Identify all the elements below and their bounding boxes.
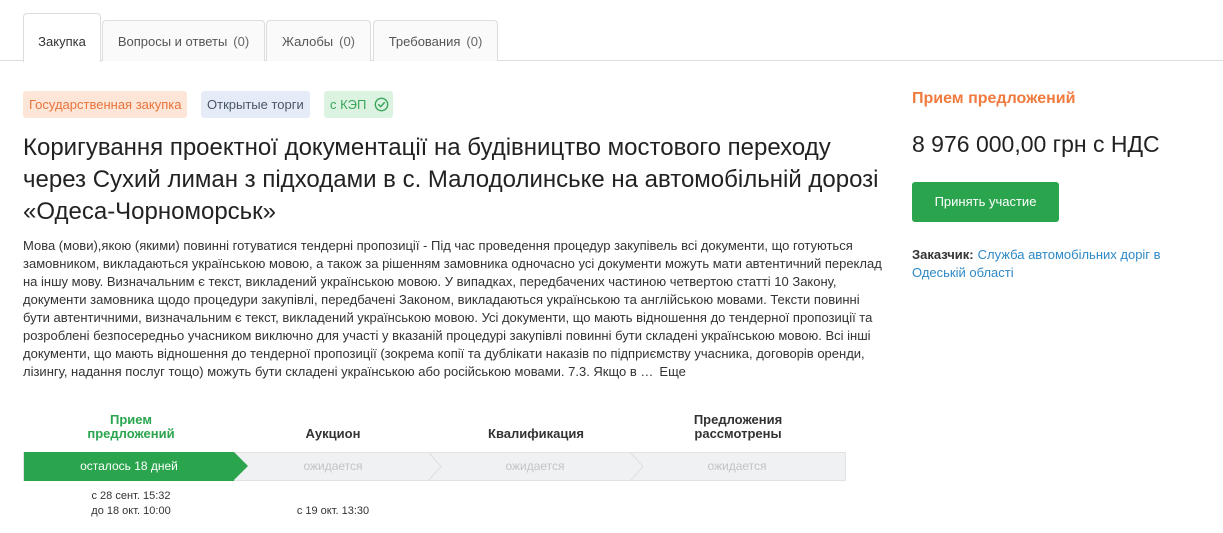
timeline-progress-bar: осталось 18 дней ожидается ожидается ожи…: [23, 452, 846, 481]
page-title: Коригування проектної документації на бу…: [23, 134, 879, 225]
badge-open-tender: Открытые торги: [201, 91, 310, 118]
stage-label-auction-text: Аукцион: [305, 426, 361, 441]
stage-label-proposals-line1: Прием: [110, 412, 152, 427]
tab-questions[interactable]: Вопросы и ответы (0): [102, 20, 265, 61]
participate-button[interactable]: Принять участие: [912, 182, 1059, 222]
auction-start-date: с 19 окт. 13:30: [296, 505, 370, 517]
stage-status-qualification: ожидается: [505, 459, 565, 473]
description-text: Мова (мови),якою (якими) повинні готуват…: [23, 238, 882, 379]
stage-label-qualification-text: Квалификация: [488, 426, 584, 441]
customer-info: Заказчик: Служба автомобільних доріг в Од…: [912, 246, 1202, 282]
tab-complaints-label: Жалобы: [281, 34, 334, 49]
stage-label-proposals: Прием предложений: [31, 413, 231, 441]
tender-price: 8 976 000,00 грн с НДС: [912, 131, 1160, 157]
stage-label-qualification: Квалификация: [436, 427, 636, 441]
tab-purchase[interactable]: Закупка: [23, 13, 101, 62]
check-circle-icon: [374, 97, 389, 112]
tab-requirements[interactable]: Требования (0): [373, 20, 498, 61]
show-more-link[interactable]: Еще: [659, 364, 685, 379]
tab-purchase-label: Закупка: [38, 34, 86, 49]
stage-status-auction: ожидается: [303, 459, 363, 473]
stage-label-reviewed-line2: рассмотрены: [694, 426, 782, 441]
stage-dates-proposals: с 28 сент. 15:32 до 18 окт. 10:00: [31, 489, 231, 519]
proposals-start-date: с 28 сент. 15:32: [91, 490, 171, 502]
stage-label-reviewed: Предложения рассмотрены: [638, 413, 838, 441]
tab-questions-label: Вопросы и ответы: [117, 34, 228, 49]
tab-complaints-count: (0): [339, 34, 356, 49]
tab-requirements-count: (0): [466, 34, 483, 49]
tab-complaints[interactable]: Жалобы (0): [266, 20, 371, 61]
tab-bar: Закупка Вопросы и ответы (0) Жалобы (0) Тр…: [0, 0, 1223, 62]
badge-government-purchase: Государственная закупка: [23, 91, 188, 118]
stage-label-proposals-line2: предложений: [87, 426, 175, 441]
stage-label-reviewed-line1: Предложения: [693, 412, 783, 427]
customer-label: Заказчик:: [912, 247, 974, 262]
tender-description: Мова (мови),якою (якими) повинні готуват…: [23, 237, 885, 381]
tab-questions-count: (0): [233, 34, 250, 49]
stage-dates-auction: с 19 окт. 13:30: [233, 504, 433, 519]
stage-label-auction: Аукцион: [233, 427, 433, 441]
badge-kep: с КЭП: [324, 91, 393, 118]
tab-requirements-label: Требования: [388, 34, 461, 49]
proposals-end-date: до 18 окт. 10:00: [91, 505, 171, 517]
tender-status: Прием предложений: [912, 90, 1076, 107]
stage-status-proposals: осталось 18 дней: [24, 452, 234, 481]
stage-status-reviewed: ожидается: [707, 459, 767, 473]
badge-kep-label: с КЭП: [330, 97, 367, 112]
